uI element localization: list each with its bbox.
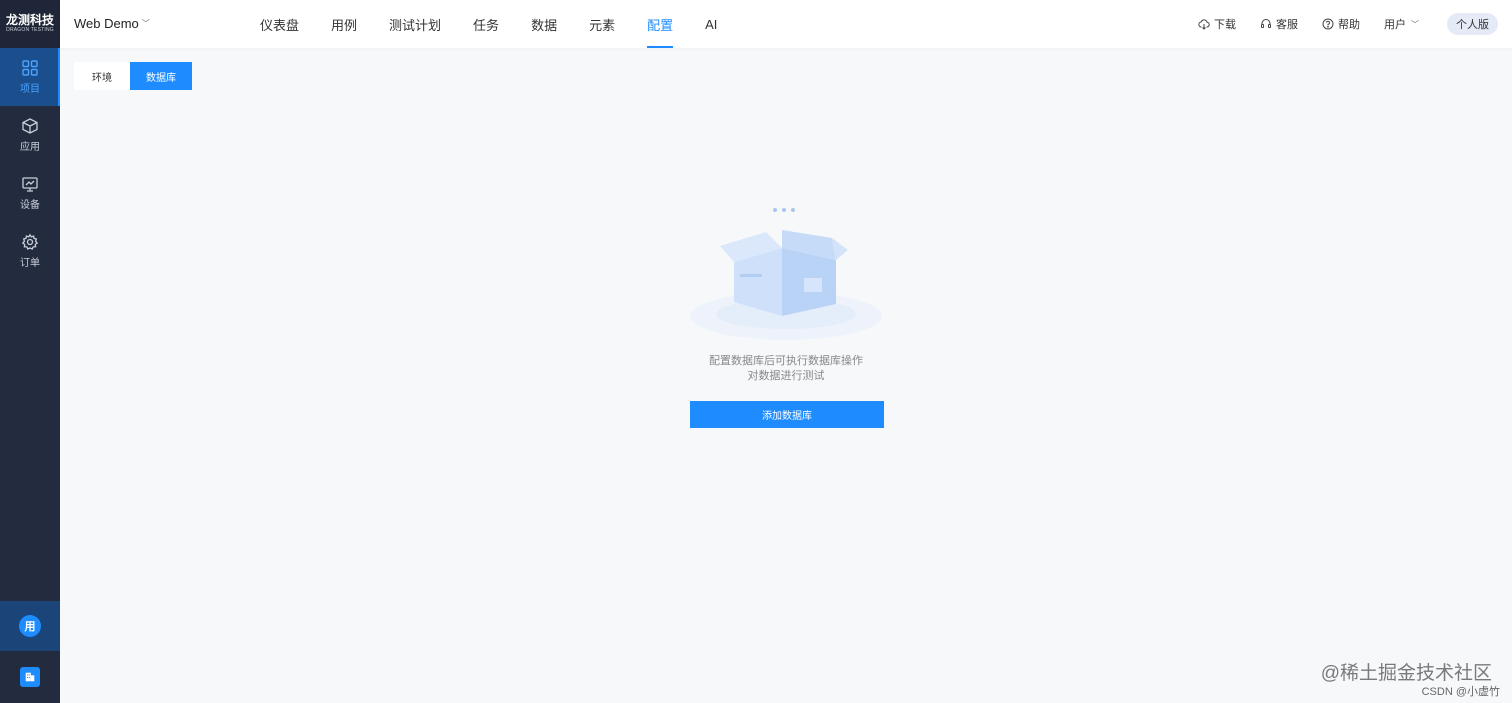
service-label: 客服 (1276, 19, 1298, 31)
sidebar-item-label: 应用 (20, 142, 40, 153)
project-name: Web Demo (74, 16, 139, 31)
nav-cases[interactable]: 用例 (331, 0, 357, 48)
nav-config[interactable]: 配置 (647, 0, 674, 48)
nav-elements[interactable]: 元素 (589, 0, 615, 48)
edition-badge[interactable]: 个人版 (1447, 13, 1498, 35)
building-icon[interactable] (20, 667, 40, 687)
empty-message-line2: 对数据进行测试 (747, 370, 825, 382)
user-label: 用户 (1384, 19, 1406, 31)
grid-icon (22, 60, 38, 76)
download-button[interactable]: 下载 (1198, 16, 1236, 32)
project-selector[interactable]: Web Demo ﹀ (74, 16, 150, 31)
logo-title: 龙测科技 (5, 13, 54, 27)
chevron-down-icon: ﹀ (1411, 19, 1419, 29)
sidebar-item-order[interactable]: 订单 (0, 222, 60, 280)
top-header: Web Demo ﹀ 仪表盘 用例 测试计划 任务 数据 元素 配置 AI 下载… (60, 0, 1512, 48)
sidebar-item-project[interactable]: 项目 (0, 48, 60, 106)
monitor-icon (22, 177, 38, 192)
cloud-download-icon (1198, 19, 1210, 30)
help-icon (1322, 18, 1334, 30)
empty-state: 配置数据库后可执行数据库操作 对数据进行测试 (686, 204, 886, 384)
sidebar-item-label: 订单 (20, 258, 40, 269)
sidebar: 龙测科技 DRAGON TESTING 项目 应用 设备 订单 用 (0, 0, 60, 703)
help-button[interactable]: 帮助 (1322, 16, 1360, 32)
watermark: @稀土掘金技术社区 (1320, 663, 1492, 684)
gear-icon (21, 233, 39, 250)
customer-service-button[interactable]: 客服 (1260, 16, 1298, 32)
avatar[interactable]: 用 (19, 615, 41, 637)
main-nav: 仪表盘 用例 测试计划 任务 数据 元素 配置 AI (260, 0, 749, 48)
download-label: 下载 (1214, 19, 1236, 31)
sidebar-item-app[interactable]: 应用 (0, 106, 60, 164)
tab-database[interactable]: 数据库 (130, 62, 192, 90)
watermark-credit: CSDN @小虚竹 (1421, 686, 1500, 698)
nav-data[interactable]: 数据 (531, 0, 557, 48)
header-tools: 下载 客服 帮助 用户 ﹀ 个人版 (1174, 0, 1498, 48)
nav-test-plan[interactable]: 测试计划 (389, 0, 441, 48)
tab-environment[interactable]: 环境 (74, 62, 130, 90)
nav-tasks[interactable]: 任务 (473, 0, 499, 48)
add-database-button[interactable]: 添加数据库 (690, 401, 884, 428)
empty-message-line1: 配置数据库后可执行数据库操作 (709, 355, 863, 367)
user-menu[interactable]: 用 (0, 601, 60, 651)
user-dropdown[interactable]: 用户 ﹀ (1384, 16, 1419, 32)
headset-icon (1261, 19, 1271, 28)
nav-ai[interactable]: AI (705, 0, 717, 48)
nav-dashboard[interactable]: 仪表盘 (260, 0, 299, 48)
chevron-down-icon: ﹀ (141, 19, 150, 28)
sidebar-item-device[interactable]: 设备 (0, 164, 60, 222)
org-switcher[interactable] (0, 651, 60, 703)
brand-logo[interactable]: 龙测科技 DRAGON TESTING (0, 0, 60, 48)
sidebar-item-label: 项目 (20, 84, 40, 95)
config-tabs: 环境 数据库 (74, 62, 192, 90)
empty-box-illustration (686, 204, 886, 354)
sidebar-item-label: 设备 (20, 200, 40, 211)
help-label: 帮助 (1338, 19, 1360, 31)
sidebar-bottom: 用 (0, 601, 60, 703)
logo-subtitle: DRAGON TESTING (6, 27, 54, 33)
cube-icon (22, 118, 38, 134)
